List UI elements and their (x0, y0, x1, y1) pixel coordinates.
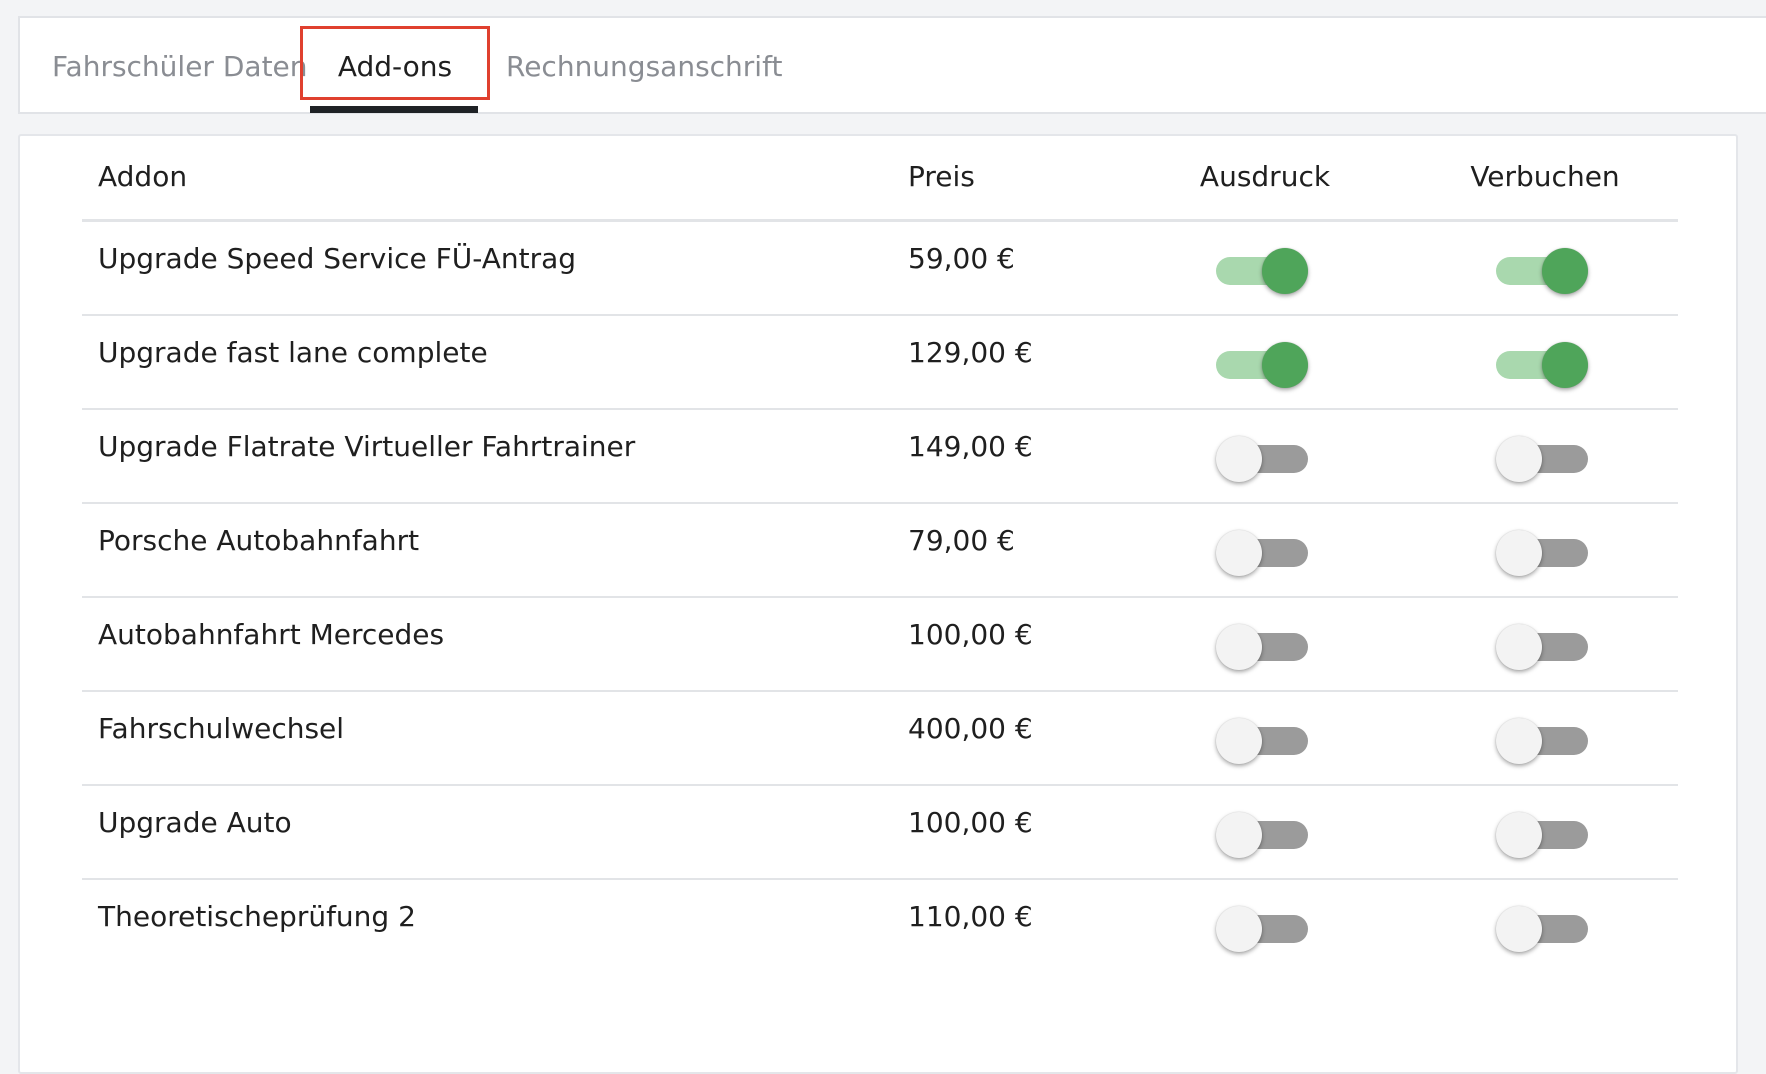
tab-fahrschueler-daten[interactable]: Fahrschüler Daten (52, 18, 308, 114)
toggle-knob (1496, 718, 1542, 764)
toggle-knob (1216, 436, 1262, 482)
verbuchen-toggle[interactable] (1496, 248, 1588, 294)
table-row: Fahrschulwechsel 400,00 € (82, 692, 1678, 786)
table-header: Addon Preis Ausdruck Verbuchen (82, 136, 1678, 222)
addons-table-body: Upgrade Speed Service FÜ-Antrag 59,00 € Up… (82, 222, 1678, 974)
verbuchen-toggle[interactable] (1496, 530, 1588, 576)
ausdruck-toggle[interactable] (1216, 624, 1308, 670)
addon-name: Upgrade Speed Service FÜ-Antrag (98, 242, 577, 275)
column-header-preis: Preis (908, 160, 975, 193)
toggle-knob (1496, 436, 1542, 482)
addon-price: 100,00 € (908, 806, 1033, 839)
toggle-knob (1542, 342, 1588, 388)
table-row: Upgrade Speed Service FÜ-Antrag 59,00 € (82, 222, 1678, 316)
table-row: Upgrade Flatrate Virtueller Fahrtrainer 1… (82, 410, 1678, 504)
toggle-knob (1496, 624, 1542, 670)
addon-price: 400,00 € (908, 712, 1033, 745)
toggle-knob (1216, 906, 1262, 952)
ausdruck-toggle[interactable] (1216, 812, 1308, 858)
ausdruck-toggle[interactable] (1216, 248, 1308, 294)
addon-name: Upgrade Flatrate Virtueller Fahrtrainer (98, 430, 636, 463)
toggle-knob (1216, 812, 1262, 858)
table-row: Upgrade fast lane complete 129,00 € (82, 316, 1678, 410)
verbuchen-toggle[interactable] (1496, 624, 1588, 670)
verbuchen-toggle[interactable] (1496, 436, 1588, 482)
toggle-knob (1216, 530, 1262, 576)
table-row: Porsche Autobahnfahrt 79,00 € (82, 504, 1678, 598)
toggle-knob (1496, 812, 1542, 858)
toggle-knob (1262, 342, 1308, 388)
column-header-ausdruck: Ausdruck (1199, 160, 1331, 193)
active-tab-indicator (310, 106, 478, 113)
tab-rechnungsanschrift[interactable]: Rechnungsanschrift (506, 18, 806, 114)
addon-price: 110,00 € (908, 900, 1033, 933)
addon-name: Upgrade Auto (98, 806, 292, 839)
verbuchen-toggle[interactable] (1496, 718, 1588, 764)
addon-name: Fahrschulwechsel (98, 712, 345, 745)
column-header-addon: Addon (98, 160, 188, 193)
ausdruck-toggle[interactable] (1216, 530, 1308, 576)
verbuchen-toggle[interactable] (1496, 812, 1588, 858)
addons-card: Addon Preis Ausdruck Verbuchen Upgrade S… (18, 134, 1738, 1074)
addon-price: 59,00 € (908, 242, 1015, 275)
ausdruck-toggle[interactable] (1216, 718, 1308, 764)
addon-name: Upgrade fast lane complete (98, 336, 488, 369)
table-row: Upgrade Auto 100,00 € (82, 786, 1678, 880)
toggle-knob (1496, 906, 1542, 952)
addon-price: 100,00 € (908, 618, 1033, 651)
addon-name: Theoretischeprüfung 2 (98, 900, 416, 933)
table-row: Autobahnfahrt Mercedes 100,00 € (82, 598, 1678, 692)
column-header-verbuchen: Verbuchen (1470, 160, 1620, 193)
toggle-knob (1216, 624, 1262, 670)
toggle-knob (1542, 248, 1588, 294)
tab-add-ons[interactable]: Add-ons (300, 18, 490, 114)
ausdruck-toggle[interactable] (1216, 342, 1308, 388)
verbuchen-toggle[interactable] (1496, 906, 1588, 952)
table-row: Theoretischeprüfung 2 110,00 € (82, 880, 1678, 974)
ausdruck-toggle[interactable] (1216, 906, 1308, 952)
toggle-knob (1262, 248, 1308, 294)
toggle-knob (1216, 718, 1262, 764)
addon-price: 129,00 € (908, 336, 1033, 369)
verbuchen-toggle[interactable] (1496, 342, 1588, 388)
toggle-knob (1496, 530, 1542, 576)
addon-name: Porsche Autobahnfahrt (98, 524, 420, 557)
addon-price: 149,00 € (908, 430, 1033, 463)
addon-price: 79,00 € (908, 524, 1015, 557)
tab-bar: Fahrschüler Daten Add-ons Rechnungsansch… (18, 16, 1766, 114)
addon-name: Autobahnfahrt Mercedes (98, 618, 445, 651)
ausdruck-toggle[interactable] (1216, 436, 1308, 482)
